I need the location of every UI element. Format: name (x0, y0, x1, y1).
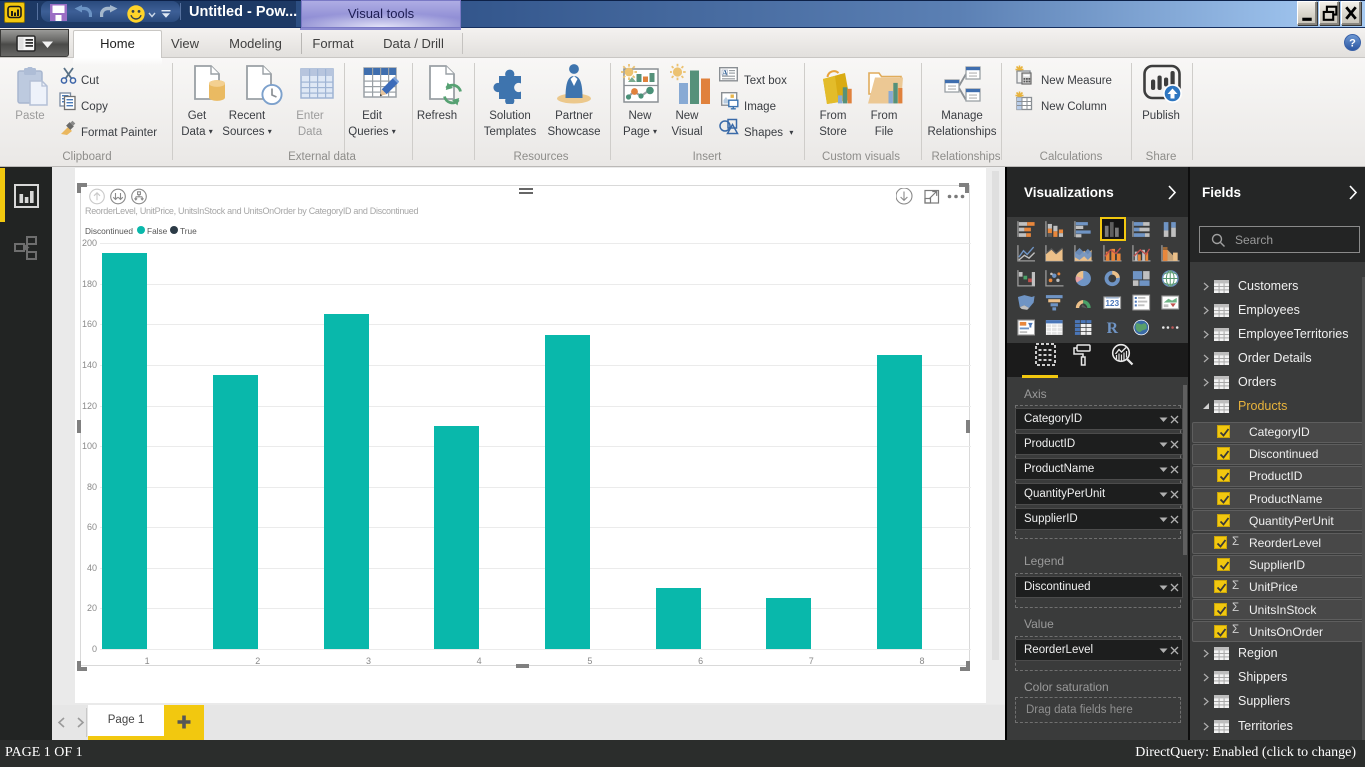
svg-text:123: 123 (1106, 298, 1120, 308)
svg-text:R: R (1107, 320, 1119, 336)
svg-text:?: ? (1349, 38, 1356, 50)
